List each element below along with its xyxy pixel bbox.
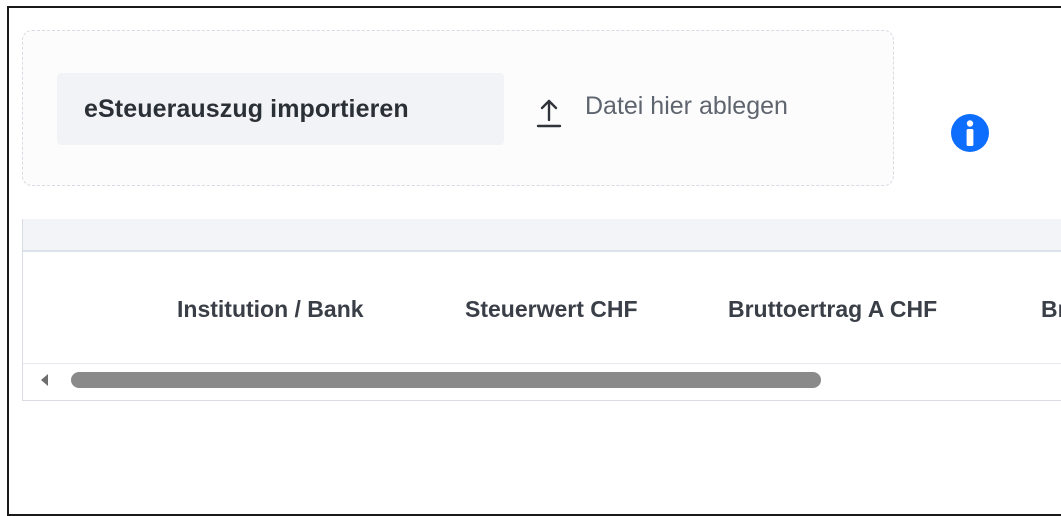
table-toolbar-strip [23, 219, 1061, 252]
import-button-label: eSteuerauszug importieren [84, 94, 409, 123]
scroll-left-arrow-icon[interactable] [41, 374, 48, 386]
horizontal-scrollbar[interactable] [23, 365, 1061, 399]
scroll-track[interactable] [61, 372, 1061, 388]
column-header-institution[interactable]: Institution / Bank [177, 296, 364, 323]
drop-file-text: Datei hier ablegen [585, 92, 788, 120]
info-icon[interactable] [950, 113, 990, 153]
header-divider [23, 363, 1061, 364]
import-esteuerauszug-button[interactable]: eSteuerauszug importieren [57, 73, 504, 145]
column-header-bruttoertrag-a[interactable]: Bruttoertrag A CHF [728, 296, 937, 323]
upload-icon [536, 99, 562, 128]
column-header-truncated[interactable]: Br [1041, 296, 1061, 323]
scroll-thumb[interactable] [71, 372, 821, 388]
column-header-steuerwert[interactable]: Steuerwert CHF [465, 296, 638, 323]
positions-table: Institution / Bank Steuerwert CHF Brutto… [22, 219, 1061, 401]
